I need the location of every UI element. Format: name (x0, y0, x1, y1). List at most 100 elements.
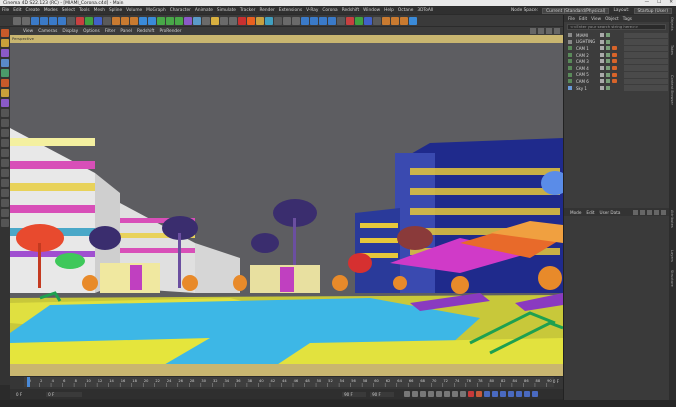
object-search-field[interactable]: <<Enter your search string here>> (567, 24, 666, 30)
camera-tag-icon[interactable] (612, 72, 617, 77)
sculpt-icon[interactable] (337, 16, 345, 25)
side-tab-takes[interactable]: Takes (670, 45, 674, 55)
attr-back-icon[interactable] (633, 209, 638, 215)
close-button[interactable]: ✕ (669, 0, 673, 5)
enable-check-icon[interactable] (606, 46, 610, 51)
attr-menu-edit[interactable]: Edit (586, 210, 594, 215)
menu-item-redshift[interactable]: Redshift (342, 8, 359, 13)
attr-new-icon[interactable] (661, 209, 666, 215)
object-row[interactable]: CAM 3 (564, 58, 669, 65)
octane-icon[interactable] (265, 16, 273, 25)
live-select-icon[interactable] (31, 16, 39, 25)
next-key-icon[interactable] (444, 391, 451, 397)
play-icon[interactable] (428, 391, 435, 397)
polygons-mode-icon[interactable] (1, 69, 9, 77)
enable-check-icon[interactable] (606, 65, 610, 70)
enable-check-icon[interactable] (606, 59, 610, 64)
prev-key-icon[interactable] (412, 391, 419, 397)
texture-icon[interactable] (382, 16, 390, 25)
om-menu-tags[interactable]: Tags (623, 16, 632, 21)
rotation-key-icon[interactable] (500, 391, 507, 397)
attr-up-icon[interactable] (640, 209, 645, 215)
side-tab-content-browser[interactable]: Content Browser (670, 75, 674, 105)
deformer-icon[interactable] (184, 16, 192, 25)
menu-item-window[interactable]: Window (363, 8, 380, 13)
menu-item-extensions[interactable]: Extensions (279, 8, 302, 13)
om-menu-file[interactable]: File (568, 16, 575, 21)
param-key-icon[interactable] (516, 391, 523, 397)
points-mode-icon[interactable] (1, 49, 9, 57)
enable-check-icon[interactable] (606, 79, 610, 84)
menu-item-character[interactable]: Character (170, 8, 191, 13)
viewport-layout-icon[interactable] (554, 28, 560, 34)
extrude-mode-icon[interactable] (1, 159, 9, 167)
object-snap-icon[interactable] (274, 16, 282, 25)
visibility-dot-icon[interactable] (600, 85, 604, 90)
attr-menu-mode[interactable]: Mode (570, 210, 581, 215)
bridge-mode-icon[interactable] (1, 189, 9, 197)
layers-icon[interactable] (310, 16, 318, 25)
menu-item-tracker[interactable]: Tracker (240, 8, 256, 13)
paint-icon[interactable] (355, 16, 363, 25)
menu-item-simulate[interactable]: Simulate (217, 8, 236, 13)
picture-viewer-icon[interactable] (364, 16, 372, 25)
scale-key-icon[interactable] (508, 391, 515, 397)
menu-item-mesh[interactable]: Mesh (94, 8, 105, 13)
axis-mode-icon[interactable] (1, 89, 9, 97)
python-icon[interactable] (229, 16, 237, 25)
viewport-menu-prorender[interactable]: ProRender (159, 29, 181, 34)
position-key-icon[interactable] (492, 391, 499, 397)
model-mode-icon[interactable] (1, 29, 9, 37)
om-menu-view[interactable]: View (591, 16, 601, 21)
vray-icon[interactable] (256, 16, 264, 25)
viewport-move-icon[interactable] (530, 28, 536, 34)
attr-lock-icon[interactable] (654, 209, 659, 215)
enable-check-icon[interactable] (606, 39, 610, 44)
paint-mode-icon[interactable] (1, 129, 9, 137)
object-row[interactable]: CAM 4 (564, 65, 669, 72)
side-tab-layers[interactable]: Layers (670, 250, 674, 262)
anim-icon[interactable] (391, 16, 399, 25)
side-tab-objects[interactable]: Objects (670, 17, 674, 31)
enable-check-icon[interactable] (606, 85, 610, 90)
playhead[interactable] (27, 377, 30, 387)
loop-mode-icon[interactable] (1, 179, 9, 187)
x-particles-icon[interactable] (319, 16, 327, 25)
range-start-field[interactable]: 0 F (46, 391, 83, 397)
visibility-dot-icon[interactable] (600, 33, 604, 37)
z-axis-icon[interactable] (94, 16, 102, 25)
cloner-icon[interactable] (175, 16, 183, 25)
visibility-dot-icon[interactable] (600, 59, 604, 64)
menu-item-edit[interactable]: Edit (13, 8, 21, 13)
om-menu-edit[interactable]: Edit (579, 16, 587, 21)
prev-frame-icon[interactable] (420, 391, 427, 397)
object-row[interactable]: CAM 5 (564, 72, 669, 79)
timeline-ruler[interactable]: 0246810121416182022242628303234363840424… (24, 377, 554, 387)
keyframe-icon[interactable] (400, 16, 408, 25)
visibility-dot-icon[interactable] (600, 79, 604, 84)
move-icon[interactable] (40, 16, 48, 25)
visibility-dot-icon[interactable] (600, 65, 604, 70)
viewport-menu-options[interactable]: Options (83, 29, 100, 34)
range-end-field-2[interactable]: 90 F (370, 391, 395, 397)
object-row[interactable]: Sky 1 (564, 85, 669, 92)
keyframe-selection-icon[interactable] (484, 391, 491, 397)
go-end-icon[interactable] (452, 391, 459, 397)
camera-tag-icon[interactable] (612, 52, 617, 57)
autokey-icon[interactable] (476, 391, 483, 397)
uv-mode-icon[interactable] (1, 79, 9, 87)
menu-item-3dtoall[interactable]: 3DToAll (417, 8, 433, 13)
uv-icon[interactable] (346, 16, 354, 25)
lock-mode-icon[interactable] (1, 219, 9, 227)
menu-item-render[interactable]: Render (259, 8, 274, 13)
visibility-dot-icon[interactable] (600, 39, 604, 44)
viewport-menu-filter[interactable]: Filter (105, 29, 116, 34)
undo-icon[interactable] (13, 16, 21, 25)
viewport-zoom-icon[interactable] (538, 28, 544, 34)
side-tab-structure[interactable]: Structure (670, 270, 674, 287)
camera-tag-icon[interactable] (612, 65, 617, 70)
go-start-icon[interactable] (404, 391, 411, 397)
menu-item-tools[interactable]: Tools (79, 8, 90, 13)
lock-icon[interactable] (301, 16, 309, 25)
sound-icon[interactable] (220, 16, 228, 25)
